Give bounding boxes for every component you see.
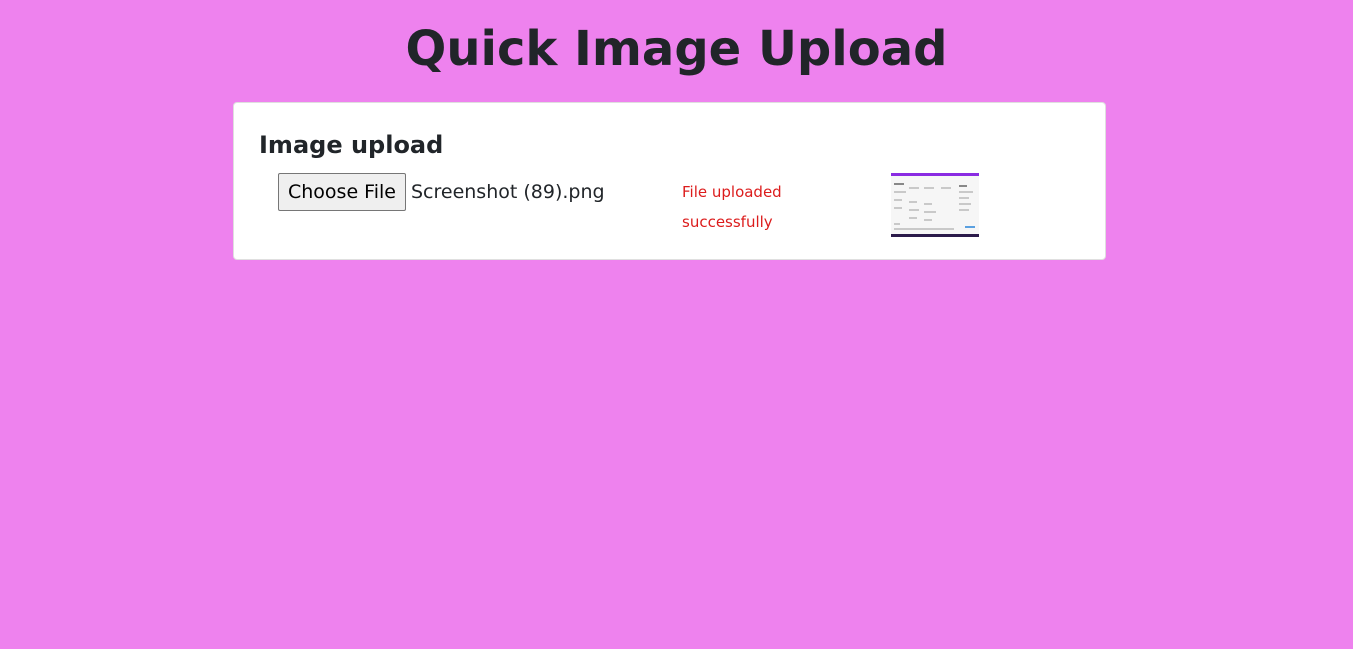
thumbnail-line bbox=[909, 187, 919, 189]
card-title: Image upload bbox=[259, 131, 444, 159]
thumbnail-header-bar bbox=[891, 173, 979, 176]
thumbnail-line bbox=[894, 191, 906, 193]
thumbnail-line bbox=[894, 183, 904, 185]
page-title: Quick Image Upload bbox=[405, 21, 948, 77]
thumbnail-line bbox=[924, 219, 932, 221]
thumbnail-line bbox=[909, 201, 917, 203]
thumbnail-footer-bar bbox=[891, 234, 979, 237]
thumbnail-line bbox=[894, 199, 902, 201]
thumbnail-line bbox=[909, 209, 919, 211]
thumbnail-line bbox=[959, 185, 967, 187]
selected-file-name: Screenshot (89).png bbox=[410, 181, 605, 203]
thumbnail-line bbox=[959, 209, 969, 211]
thumbnail-line bbox=[909, 217, 917, 219]
thumbnail-line bbox=[924, 203, 932, 205]
file-input[interactable]: Choose File Screenshot (89).png bbox=[278, 173, 605, 211]
upload-status-message: File uploaded successfully bbox=[682, 183, 782, 231]
choose-file-button[interactable]: Choose File bbox=[278, 173, 406, 211]
thumbnail-line bbox=[959, 203, 971, 205]
thumbnail-line bbox=[894, 223, 900, 225]
thumbnail-line bbox=[894, 207, 902, 209]
image-preview-thumbnail bbox=[891, 173, 979, 237]
thumbnail-line bbox=[941, 187, 951, 189]
thumbnail-line bbox=[924, 211, 936, 213]
thumbnail-line bbox=[959, 191, 973, 193]
thumbnail-line bbox=[965, 226, 975, 228]
thumbnail-line bbox=[959, 197, 969, 199]
thumbnail-line bbox=[894, 228, 954, 230]
upload-card: Image upload Choose File Screenshot (89)… bbox=[233, 102, 1106, 260]
thumbnail-line bbox=[924, 187, 934, 189]
